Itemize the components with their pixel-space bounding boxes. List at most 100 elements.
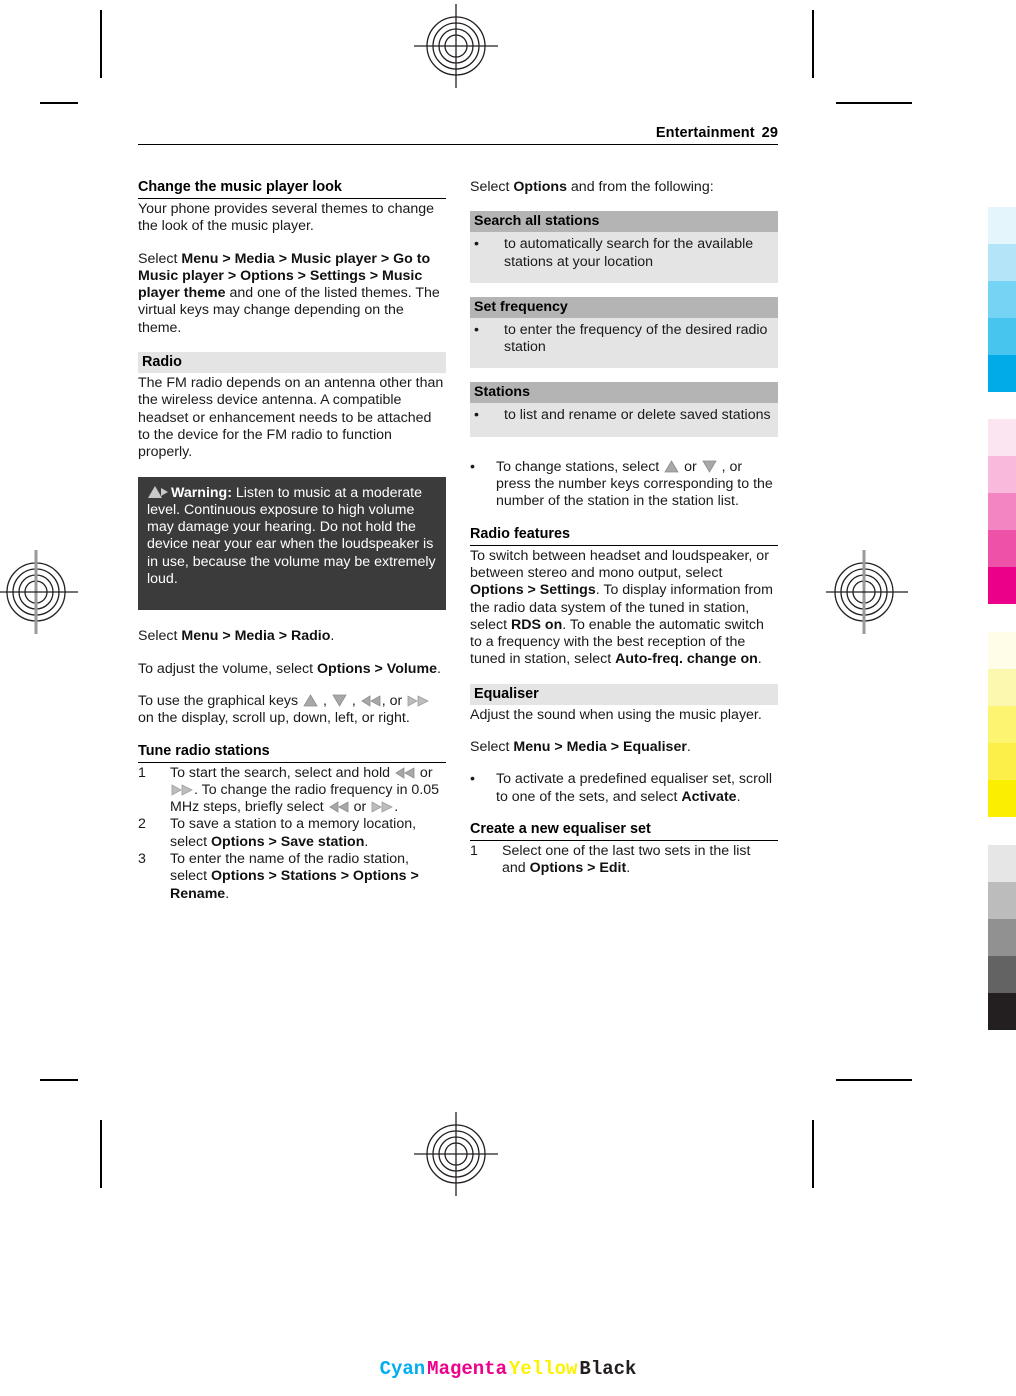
rewind-key-icon <box>360 695 381 707</box>
cmyk-label-black: Black <box>579 1358 637 1380</box>
rewind-key-icon <box>328 801 349 813</box>
heading-create-new-equaliser-set: Create a new equaliser set <box>470 821 778 841</box>
swatch-yellow-2 <box>988 669 1016 706</box>
table-cell-text: to automatically search for the availabl… <box>504 236 754 270</box>
text-fragment: . <box>364 833 369 850</box>
swatch-black-5 <box>988 993 1016 1030</box>
color-bar-cyan <box>988 207 1016 392</box>
path-separator: > <box>583 860 600 877</box>
text-fragment: . <box>626 860 631 877</box>
menu-path-token: Activate <box>681 788 737 805</box>
text-fragment: . <box>330 628 335 645</box>
text-fragment: Select <box>138 628 182 645</box>
text-fragment: To adjust the volume, select <box>138 660 318 677</box>
menu-path-token: Options <box>211 833 265 850</box>
registration-mark-bottom <box>414 1112 498 1196</box>
path-separator: > <box>223 267 241 284</box>
warning-box: Warning: Listen to music at a moderate l… <box>138 476 446 611</box>
path-separator: > <box>406 868 419 885</box>
crop-mark-top-left-vertical <box>100 10 102 78</box>
para-volume: To adjust the volume, select Options > V… <box>138 661 446 678</box>
para-select-equaliser: Select Menu > Media > Equaliser. <box>470 739 778 756</box>
path-separator: > <box>365 267 383 284</box>
step-number: 1 <box>470 842 478 859</box>
text-fragment: . <box>225 885 230 902</box>
text-fragment: . <box>394 799 399 816</box>
path-separator: > <box>293 267 310 284</box>
list-item: 1 To start the search, select and hold o… <box>138 765 446 817</box>
page-content: Entertainment 29 Change the music player … <box>138 125 778 918</box>
text-fragment: To change stations, select <box>496 458 664 475</box>
text-fragment: or <box>415 764 433 781</box>
text-fragment: To use the graphical keys <box>138 692 303 709</box>
menu-path-token: Menu <box>181 250 219 267</box>
swatch-black-4 <box>988 956 1016 993</box>
text-fragment: To switch between headset and loudspeake… <box>470 547 769 581</box>
menu-path-token: Media <box>234 628 275 645</box>
heading-radio: Radio <box>138 352 446 374</box>
swatch-black-2 <box>988 882 1016 919</box>
para-select-options: Select Options and from the following: <box>470 179 778 196</box>
color-bar-black <box>988 845 1016 1030</box>
scroll-down-key-icon <box>702 460 717 473</box>
menu-path-token: Auto-freq. change on <box>615 651 758 668</box>
text-fragment: . <box>436 660 441 677</box>
warning-triangle-icon <box>148 485 168 498</box>
menu-path-token: Volume <box>386 660 437 677</box>
heading-equaliser: Equaliser <box>470 683 778 705</box>
rewind-key-icon <box>395 766 415 779</box>
step-text: Select one of the last two sets in the l… <box>502 843 778 878</box>
menu-path-token: Rename <box>170 885 226 902</box>
crop-mark-bottom-left-vertical <box>100 1120 102 1188</box>
swatch-yellow-3 <box>988 706 1016 743</box>
scroll-down-key-icon <box>332 694 347 707</box>
registration-mark-right <box>826 550 908 634</box>
path-separator: > <box>218 250 235 267</box>
options-definition-table: Search all stations • to automatically se… <box>470 211 778 283</box>
fast-forward-key-icon <box>171 784 193 796</box>
cmyk-label-yellow: Yellow <box>509 1358 578 1380</box>
step-text: To save a station to a memory location, … <box>170 816 446 851</box>
path-separator: > <box>523 582 540 599</box>
step-number: 2 <box>138 816 146 833</box>
cmyk-color-caption: Cyan Magenta Yellow Black <box>0 1358 1016 1380</box>
text-fragment: or <box>349 799 371 816</box>
list-item: 3 To enter the name of the radio station… <box>138 851 446 903</box>
menu-path-token: Options <box>317 660 371 677</box>
swatch-magenta-4 <box>988 530 1016 567</box>
swatch-cyan-2 <box>988 244 1016 281</box>
left-column: Change the music player look Your phone … <box>138 179 446 918</box>
swatch-yellow-1 <box>988 632 1016 669</box>
menu-path-token: Options <box>240 267 294 284</box>
menu-path-token: Save station <box>280 833 365 850</box>
step-text: To enter the name of the radio station, … <box>170 851 446 903</box>
list-item-text: To activate a predefined equaliser set, … <box>496 771 778 806</box>
table-row-body: • to enter the frequency of the desired r… <box>470 317 778 369</box>
menu-path-token: Media <box>566 739 607 756</box>
swatch-cyan-1 <box>988 207 1016 244</box>
swatch-magenta-5 <box>988 567 1016 604</box>
text-fragment: on the display, scroll up, down, left, o… <box>138 710 410 727</box>
para-equaliser: Adjust the sound when using the music pl… <box>470 706 762 723</box>
crop-mark-bottom-right-vertical <box>812 1120 814 1188</box>
two-column-layout: Change the music player look Your phone … <box>138 179 778 918</box>
text-fragment: , or <box>381 692 407 709</box>
text-fragment: Select <box>470 179 514 195</box>
table-row: • to list and rename or delete saved stat… <box>474 407 772 424</box>
text-fragment: . To change the radio frequency in 0.05 … <box>170 781 440 816</box>
menu-path-token: Options <box>529 860 584 877</box>
swatch-magenta-1 <box>988 419 1016 456</box>
text-fragment: . <box>757 651 762 668</box>
color-bar-yellow <box>988 632 1016 817</box>
list-item: 1 Select one of the last two sets in the… <box>470 843 778 878</box>
text-fragment: , <box>347 692 360 709</box>
page-number: 29 <box>761 125 778 141</box>
heading-radio-features: Radio features <box>470 526 778 546</box>
table-row: • to enter the frequency of the desired r… <box>474 322 772 357</box>
create-equaliser-steps: 1 Select one of the last two sets in the… <box>470 843 778 878</box>
list-item: • To activate a predefined equaliser set… <box>470 771 778 806</box>
para-radio-features: To switch between headset and loudspeake… <box>470 548 778 669</box>
swatch-cyan-4 <box>988 318 1016 355</box>
swatch-black-3 <box>988 919 1016 956</box>
text-fragment: , <box>319 692 331 709</box>
